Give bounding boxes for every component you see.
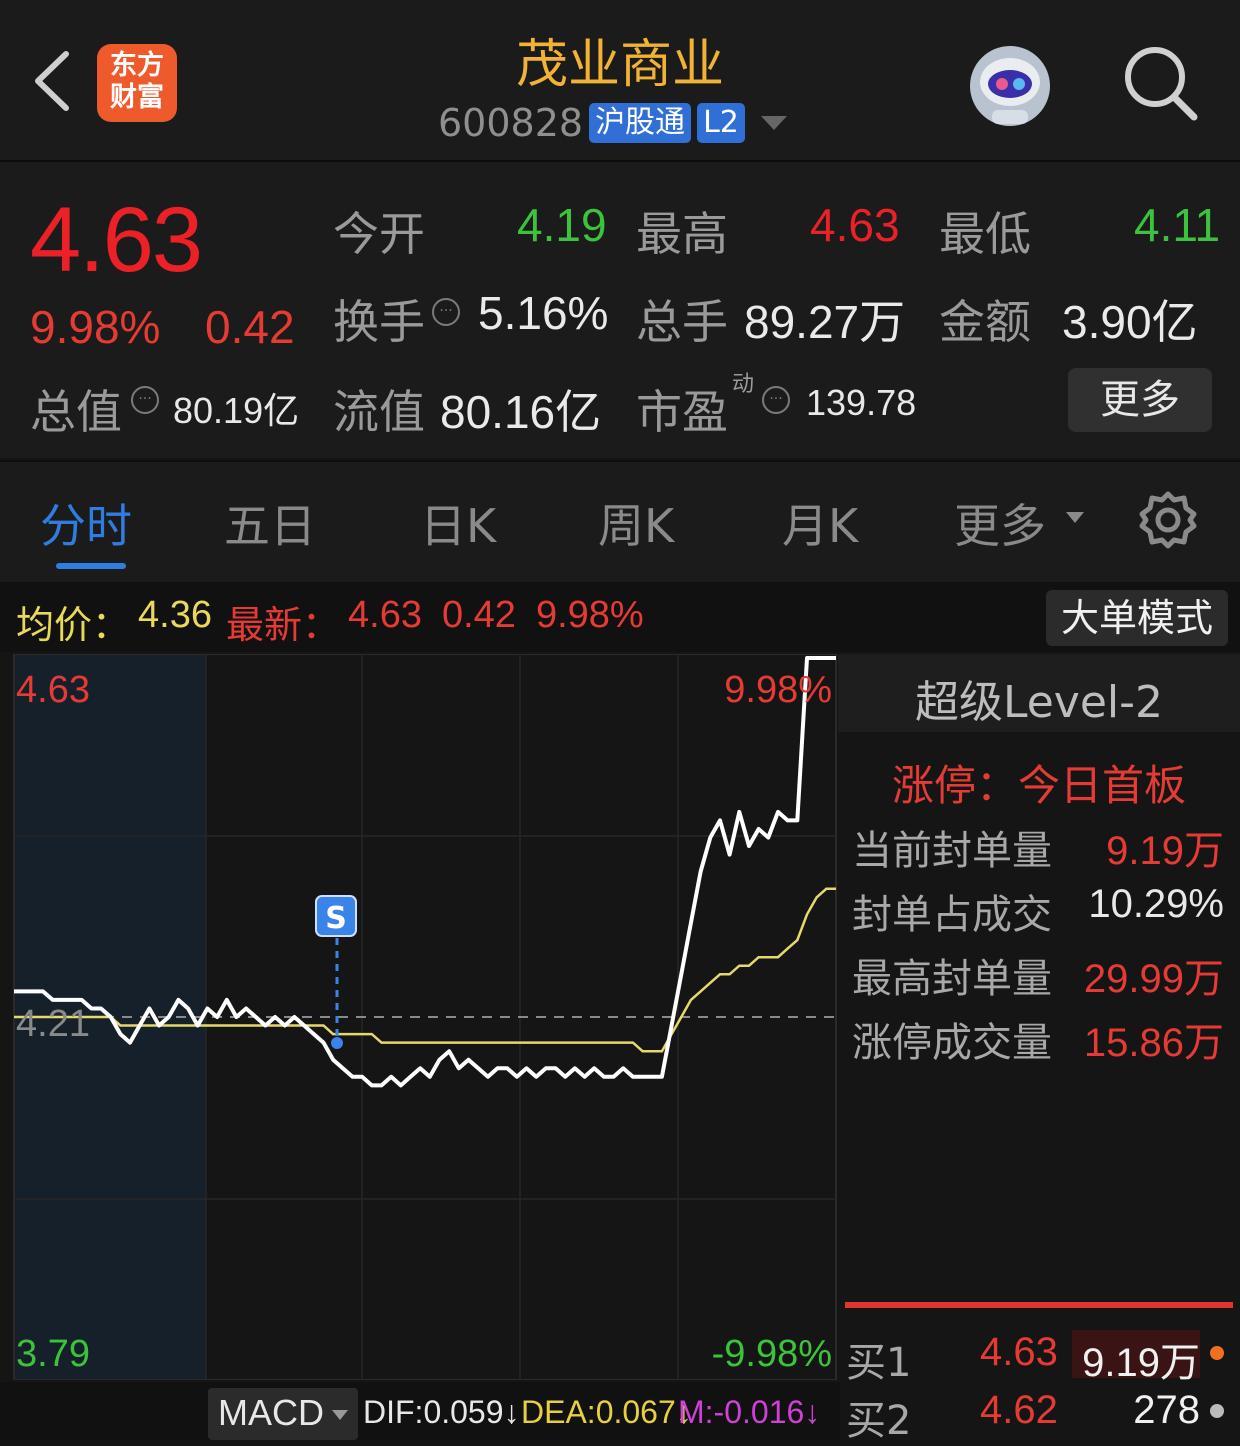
level2-title: 超级Level-2	[914, 677, 1163, 728]
pct-top-label: 9.98%	[724, 669, 832, 711]
macd-m: M:-0.016↓	[678, 1394, 821, 1430]
latest-price: 4.63	[348, 594, 422, 636]
open-value: 4.19	[517, 199, 607, 251]
low-value: 4.11	[1134, 199, 1221, 251]
chevron-down-icon[interactable]	[760, 116, 787, 130]
seal-max-value: 29.99万	[1083, 957, 1224, 1001]
info-icon[interactable]: ···	[762, 386, 790, 414]
stock-code: 600828	[438, 101, 584, 145]
active-tab-underline	[56, 563, 126, 569]
search-icon[interactable]	[1122, 44, 1200, 124]
tab-monthly-k[interactable]: 月K	[782, 490, 858, 556]
indicator-name: MACD	[218, 1392, 324, 1433]
avg-value: 4.36	[138, 594, 212, 636]
float-cap-value: 80.16亿	[440, 386, 602, 438]
stock-code-row[interactable]: 600828 沪股通 L2	[438, 100, 787, 146]
seal-max-label: 最高封单量	[852, 956, 1052, 1002]
limit-status: 涨停：今日首板	[892, 761, 1187, 810]
amount-label: 金额	[939, 295, 1031, 349]
open-label: 今开	[333, 207, 425, 261]
seal-current-label: 当前封单量	[852, 828, 1052, 874]
change-amount: 0.42	[205, 301, 295, 353]
seal-ratio-label: 封单占成交	[852, 892, 1052, 938]
tab-intraday[interactable]: 分时	[40, 490, 132, 556]
seal-current-value: 9.19万	[1106, 829, 1224, 873]
tab-weekly-k[interactable]: 周K	[598, 490, 674, 556]
turnover-value: 5.16%	[478, 287, 609, 339]
bid1-label: 买1	[846, 1340, 912, 1386]
high-value: 4.63	[810, 199, 900, 251]
macd-dea: DEA:0.067↓	[521, 1394, 692, 1430]
gear-icon[interactable]	[1138, 490, 1198, 550]
info-icon[interactable]: ···	[131, 386, 159, 414]
high-label: 最高	[636, 207, 728, 261]
bid2-qty: 278	[1133, 1388, 1200, 1432]
turnover-label: 换手	[333, 295, 425, 349]
robot-avatar-icon[interactable]	[962, 38, 1058, 134]
bid2-price: 4.62	[980, 1388, 1058, 1432]
pe-value: 139.78	[806, 382, 917, 423]
price-bottom-label: 3.79	[16, 1333, 90, 1375]
latest-change: 0.42	[441, 594, 516, 636]
latest-label: 最新：	[225, 603, 340, 647]
pe-label: 市盈	[636, 385, 728, 439]
float-cap-label: 流值	[333, 385, 425, 439]
volume-label: 总手	[636, 295, 728, 349]
volume-value: 89.27万	[744, 296, 906, 348]
latest-percent: 9.98%	[535, 594, 644, 636]
level-tag: L2	[697, 103, 745, 143]
seal-ratio-value: 10.29%	[1088, 882, 1224, 926]
bid2-label: 买2	[846, 1398, 912, 1444]
caret-down-icon[interactable]	[332, 1410, 348, 1420]
more-button[interactable]: 更多	[1068, 368, 1212, 432]
connect-tag: 沪股通	[589, 103, 692, 143]
pe-superscript: 动	[732, 372, 755, 397]
caret-down-icon[interactable]	[1066, 512, 1084, 523]
total-cap-value: 80.19亿	[173, 390, 300, 431]
tab-more[interactable]: 更多	[954, 490, 1046, 556]
low-label: 最低	[939, 207, 1031, 261]
average-price-row: 均价： 4.36 最新： 4.63 0.42 9.98%	[16, 594, 644, 649]
avg-label: 均价：	[16, 603, 131, 647]
limit-volume-label: 涨停成交量	[852, 1020, 1052, 1066]
bid-ask-divider	[845, 1302, 1233, 1308]
pct-bottom-label: -9.98%	[712, 1333, 832, 1375]
info-icon[interactable]: ···	[432, 298, 460, 326]
tab-daily-k[interactable]: 日K	[420, 490, 496, 556]
price-top-label: 4.63	[16, 669, 90, 711]
amount-value: 3.90亿	[1062, 296, 1198, 348]
total-cap-label: 总值	[30, 385, 122, 439]
bid1-price: 4.63	[980, 1330, 1058, 1374]
bid2-dot-icon	[1210, 1404, 1224, 1418]
big-order-mode-button[interactable]: 大单模式	[1046, 590, 1228, 646]
bid1-dot-icon	[1210, 1346, 1224, 1360]
price-ref-label: 4.21	[16, 1003, 90, 1045]
limit-volume-value: 15.86万	[1083, 1021, 1224, 1065]
change-percent: 9.98%	[30, 301, 161, 353]
current-price: 4.63	[30, 189, 203, 291]
bid1-qty: 9.19万	[1082, 1341, 1200, 1385]
intraday-chart[interactable]: 4.63 4.21 3.79 9.98% -9.98% S	[0, 654, 840, 1380]
marker-label: S	[325, 901, 347, 936]
macd-dif: DIF:0.059↓	[363, 1394, 520, 1430]
tab-five-day[interactable]: 五日	[224, 490, 316, 556]
